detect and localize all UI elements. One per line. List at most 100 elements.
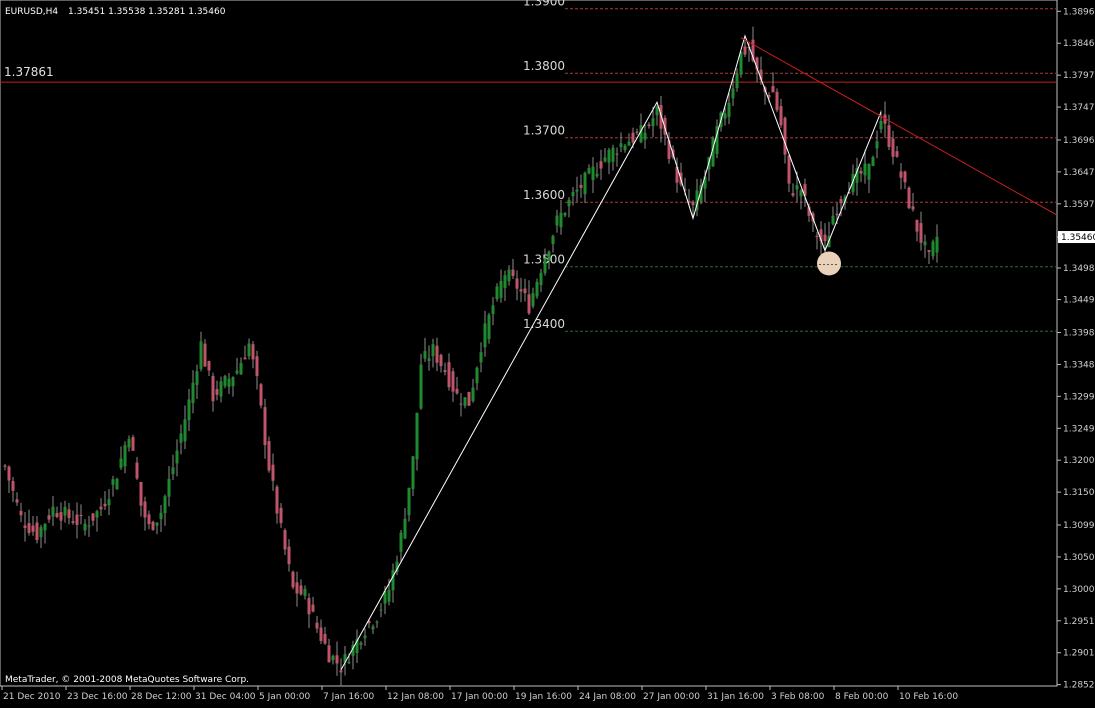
candle-body <box>375 621 379 623</box>
candle-body <box>911 206 915 210</box>
candle-body <box>499 280 503 298</box>
candle-body <box>215 389 219 395</box>
candle-body <box>35 522 39 541</box>
candle-body <box>327 645 331 663</box>
time-tick-label: 3 Feb 08:00 <box>771 692 825 702</box>
candle-body <box>211 375 215 402</box>
time-tick-label: 5 Jan 00:00 <box>259 692 311 702</box>
candle-body <box>787 155 791 184</box>
candle-body <box>835 213 839 216</box>
candle-body <box>571 192 575 197</box>
candle-body <box>903 171 907 183</box>
candle-body <box>7 466 11 481</box>
candle-body <box>247 343 251 357</box>
candle-body <box>899 171 903 178</box>
candle-body <box>643 132 647 140</box>
candle-body <box>11 480 15 491</box>
candle-body <box>199 341 203 370</box>
candle-body <box>535 282 539 297</box>
candle-body <box>183 419 187 442</box>
price-tick-label: 1.28520 <box>1063 681 1095 691</box>
candle-body <box>863 163 867 176</box>
candle-body <box>15 499 19 503</box>
candle-body <box>567 199 571 207</box>
candle-body <box>531 293 535 307</box>
candle-body <box>583 172 587 195</box>
candle-body <box>815 235 819 238</box>
candle-body <box>447 362 451 388</box>
candle-body <box>479 352 483 363</box>
candle-body <box>731 88 735 99</box>
candle-body <box>927 250 931 252</box>
chart-svg[interactable]: 1.39001.38001.37001.36001.35001.3400 1.3… <box>0 0 1095 704</box>
time-tick-label: 31 Jan 16:00 <box>707 692 764 702</box>
candle-body <box>875 141 879 149</box>
candle-body <box>907 187 911 209</box>
time-tick-label: 28 Dec 12:00 <box>131 692 192 702</box>
candle-body <box>599 161 603 169</box>
candle-body <box>511 269 515 277</box>
candle-body <box>87 525 91 527</box>
candle-body <box>619 143 623 148</box>
candle-body <box>71 521 75 523</box>
candle-body <box>267 441 271 471</box>
candle-body <box>403 518 407 539</box>
candle-body <box>315 622 319 629</box>
candle-body <box>623 145 627 151</box>
candle-body <box>887 125 891 147</box>
candle-body <box>223 375 227 386</box>
candle-body <box>631 132 635 143</box>
candle-body <box>839 199 843 204</box>
candle-body <box>547 251 551 261</box>
candle-body <box>523 288 527 294</box>
candle-body <box>115 478 119 490</box>
candle-body <box>123 445 127 467</box>
price-tick-label: 1.30005 <box>1063 585 1095 595</box>
candle-body <box>727 102 731 118</box>
candle-body <box>319 627 323 641</box>
time-tick-label: 12 Jan 08:00 <box>387 692 444 702</box>
candle-body <box>311 604 315 612</box>
candle-body <box>67 509 71 519</box>
candle-body <box>735 73 739 89</box>
candle-body <box>371 626 375 630</box>
candle-body <box>771 86 775 93</box>
price-tick-label: 1.38960 <box>1063 7 1095 17</box>
candle-body <box>271 464 275 481</box>
highlight-marker <box>817 251 841 276</box>
candle-body <box>495 286 499 300</box>
price-tick-label: 1.37970 <box>1063 71 1095 81</box>
candle-body <box>31 525 35 532</box>
marker-layer <box>817 251 841 276</box>
candle-body <box>303 588 307 596</box>
candle-body <box>179 433 183 443</box>
candle-body <box>879 120 883 130</box>
candle-body <box>251 344 255 360</box>
candle-body <box>323 633 327 644</box>
time-tick-label: 21 Dec 2010 <box>3 692 61 702</box>
candle-body <box>231 377 235 387</box>
price-tick-label: 1.36470 <box>1063 168 1095 178</box>
candle-body <box>171 467 175 475</box>
candle-body <box>159 512 163 520</box>
time-tick-label: 17 Jan 00:00 <box>451 692 508 702</box>
candle-body <box>823 234 827 242</box>
candle-body <box>467 391 471 406</box>
candle-body <box>779 106 783 126</box>
candle-body <box>227 378 231 387</box>
candle-body <box>3 465 7 467</box>
candle-body <box>207 361 211 371</box>
candle-body <box>891 138 895 157</box>
candle-body <box>43 524 47 531</box>
candle-body <box>55 513 59 518</box>
candlestick-chart[interactable]: 1.39001.38001.37001.36001.35001.3400 1.3… <box>0 0 1095 704</box>
candle-body <box>475 367 479 384</box>
candle-body <box>595 173 599 177</box>
candle-body <box>423 351 427 359</box>
candle-body <box>655 106 659 116</box>
candle-body <box>259 384 263 406</box>
candle-body <box>607 149 611 163</box>
candle-body <box>187 399 191 421</box>
candle-body <box>63 506 67 516</box>
price-tick-label: 1.36965 <box>1063 136 1095 146</box>
